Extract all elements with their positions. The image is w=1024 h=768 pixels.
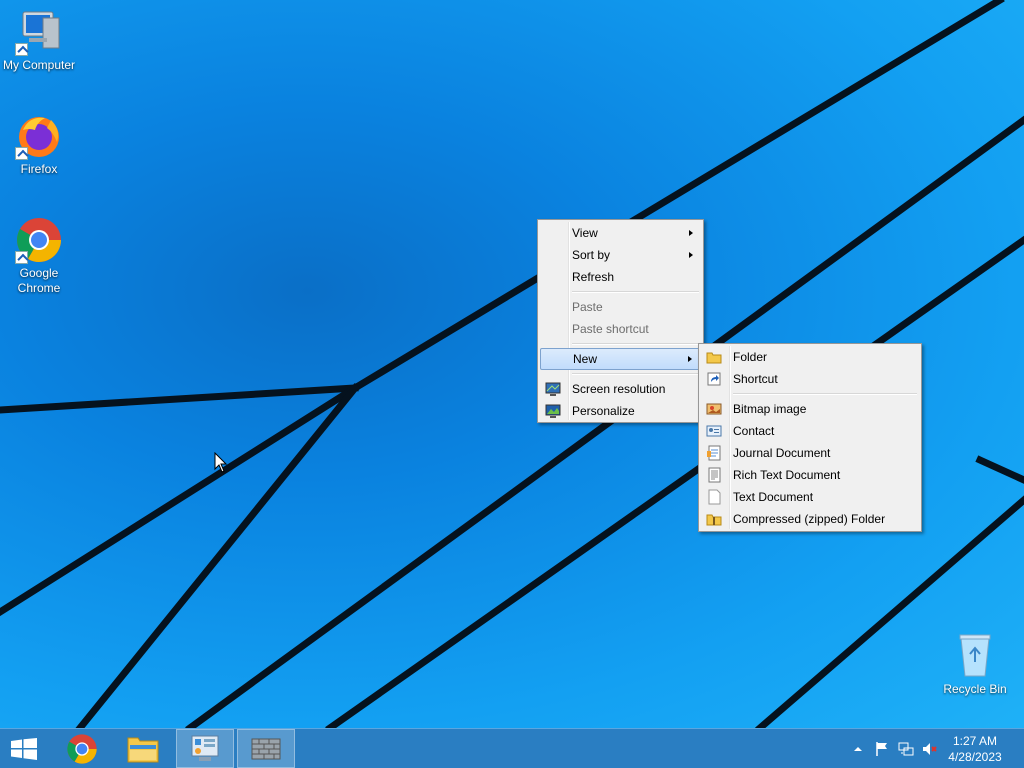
new-item-rich-text-document[interactable]: Rich Text Document [701,464,919,486]
desktop-icon-recycle-bin[interactable]: Recycle Bin [935,632,1015,697]
new-item-contact[interactable]: Contact [701,420,919,442]
network-icon[interactable] [898,741,914,757]
new-submenu: Folder Shortcut Bitmap image Contact Jou… [698,343,922,532]
submenu-arrow-icon [689,230,693,236]
new-item-bitmap-image[interactable]: Bitmap image [701,398,919,420]
taskbar-firewall-button[interactable] [237,729,295,768]
firewall-icon [251,738,281,760]
firefox-icon [15,112,63,160]
taskbar-chrome-button[interactable] [53,729,111,768]
zip-folder-icon [706,514,722,526]
recycle-bin-icon [951,632,999,680]
rich-text-icon [708,467,721,483]
clock-date: 4/28/2023 [948,750,1002,764]
new-item-folder[interactable]: Folder [701,346,919,368]
computer-icon [15,8,63,56]
menu-separator [572,343,699,345]
desktop-icon-label: Firefox [20,162,58,176]
new-item-journal-document[interactable]: Journal Document [701,442,919,464]
desktop-icon-label: Google Chrome [17,266,61,295]
chrome-icon [15,216,63,264]
taskbar-control-panel-button[interactable] [176,729,234,768]
volume-muted-icon[interactable] [922,741,938,757]
action-center-flag-icon[interactable] [874,741,890,757]
file-explorer-icon [127,737,159,763]
desktop-icon-google-chrome[interactable]: Google Chrome [0,216,79,296]
windows-logo-icon [11,738,37,760]
menu-item-refresh[interactable]: Refresh [540,266,701,288]
menu-item-screen-resolution[interactable]: Screen resolution [540,378,701,400]
start-button[interactable] [0,729,48,768]
submenu-arrow-icon [689,252,693,258]
taskbar-clock[interactable]: 1:27 AM 4/28/2023 [940,733,1010,765]
menu-separator [733,393,917,395]
menu-separator [572,373,699,375]
show-hidden-icons-chevron-up-icon[interactable] [850,741,866,757]
text-document-icon [708,489,721,505]
new-item-text-document[interactable]: Text Document [701,486,919,508]
desktop-icon-my-computer[interactable]: My Computer [0,8,79,73]
menu-item-personalize[interactable]: Personalize [540,400,701,422]
desktop-icon-label: My Computer [2,58,76,72]
folder-icon [706,352,722,364]
personalize-icon [545,404,561,418]
new-item-shortcut[interactable]: Shortcut [701,368,919,390]
bitmap-icon [706,403,722,415]
menu-item-paste[interactable]: Paste [540,296,701,318]
menu-item-new[interactable]: New [540,348,701,370]
mouse-cursor-icon [214,452,228,473]
menu-item-paste-shortcut[interactable]: Paste shortcut [540,318,701,340]
journal-icon [707,445,721,461]
submenu-arrow-icon [688,356,692,362]
desktop-icon-firefox[interactable]: Firefox [0,112,79,177]
menu-item-view[interactable]: View [540,222,701,244]
chrome-icon [67,734,97,764]
shortcut-icon [707,372,721,386]
taskbar-file-explorer-button[interactable] [114,729,172,768]
menu-separator [572,291,699,293]
contact-icon [706,425,722,437]
menu-item-sort-by[interactable]: Sort by [540,244,701,266]
screen-resolution-icon [545,382,561,396]
desktop-context-menu: View Sort by Refresh Paste Paste shortcu… [537,219,704,423]
desktop-icon-label: Recycle Bin [943,682,1007,696]
new-item-compressed-folder[interactable]: Compressed (zipped) Folder [701,508,919,530]
control-panel-icon [191,735,219,761]
taskbar: 1:27 AM 4/28/2023 [0,728,1024,768]
clock-time: 1:27 AM [952,734,998,748]
